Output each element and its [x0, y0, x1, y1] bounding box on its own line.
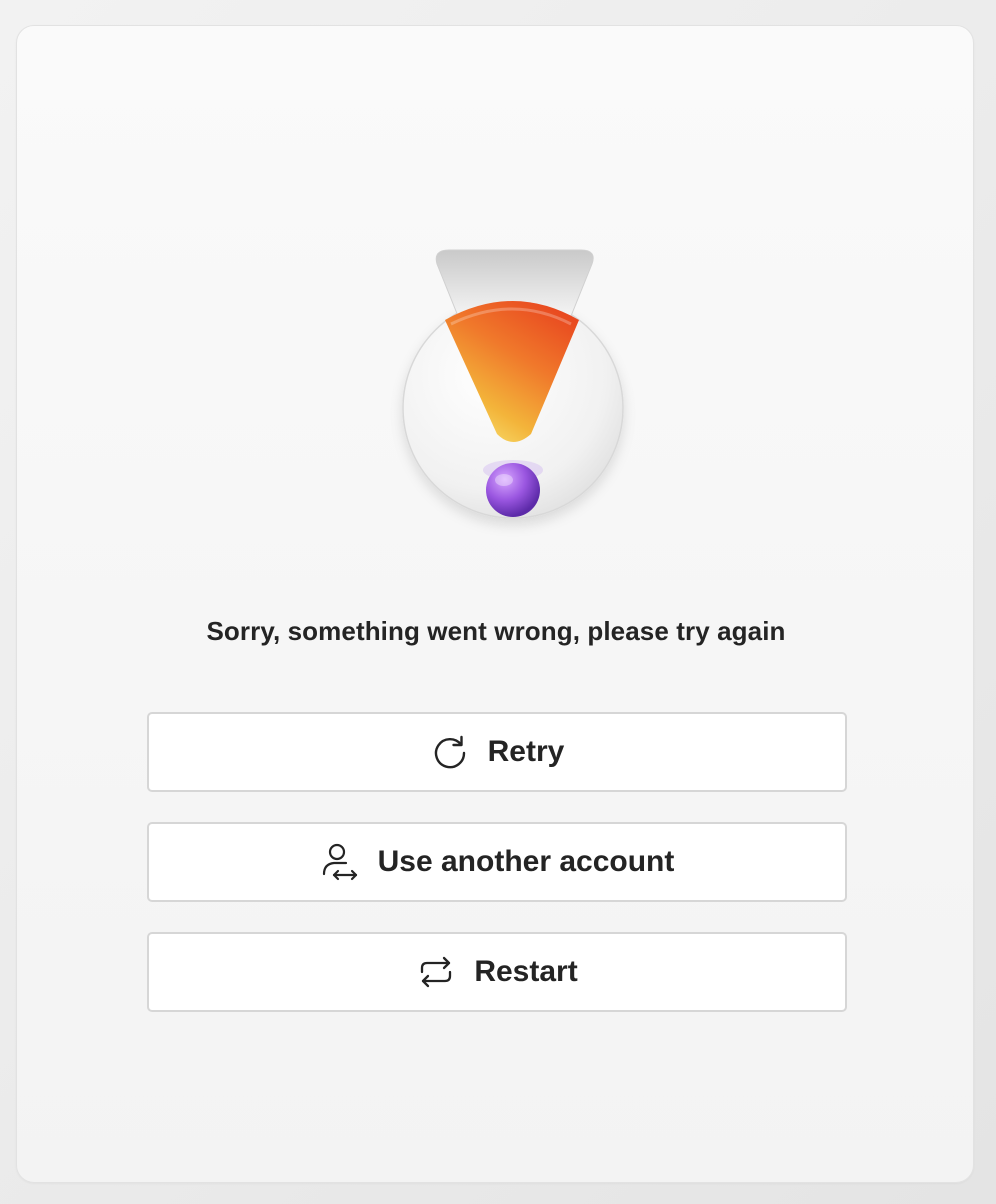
warning-exclamation-icon: [385, 224, 645, 544]
error-message: Sorry, something went wrong, please try …: [206, 616, 786, 646]
use-another-account-button[interactable]: Use another account: [147, 822, 847, 902]
error-dialog: Sorry, something went wrong, please try …: [16, 25, 974, 1183]
refresh-icon: [430, 732, 470, 772]
restart-icon: [416, 952, 456, 992]
restart-button-label: Restart: [474, 955, 578, 988]
retry-button[interactable]: Retry: [147, 712, 847, 792]
use-another-account-button-label: Use another account: [377, 845, 675, 878]
restart-button[interactable]: Restart: [147, 932, 847, 1012]
switch-account-icon: [320, 842, 360, 882]
retry-button-label: Retry: [487, 735, 565, 768]
